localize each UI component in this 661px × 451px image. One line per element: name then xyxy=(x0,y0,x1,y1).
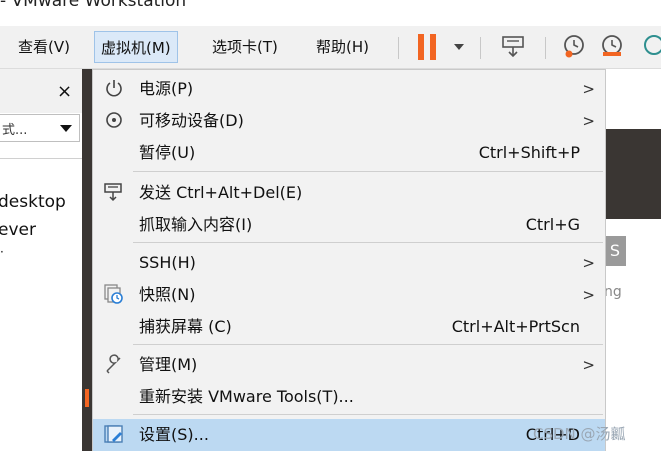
power-icon xyxy=(106,80,122,97)
submenu-arrow-icon: > xyxy=(582,112,595,130)
dropdown-icon[interactable] xyxy=(454,44,464,50)
menu-item-label: 发送 Ctrl+Alt+Del(E) xyxy=(139,183,303,202)
menu-item-shortcut: Ctrl+G xyxy=(525,215,580,234)
library-header: × xyxy=(0,69,82,113)
toolbar-separator xyxy=(545,37,546,59)
menu-item-label: 抓取输入内容(I) xyxy=(139,215,253,234)
revert-snapshot-icon[interactable] xyxy=(598,32,626,60)
vm-tab-area: S ng xyxy=(604,69,661,451)
menu-item-shortcut: Ctrl+Alt+PrtScn xyxy=(451,317,580,336)
library-item[interactable]: desktop xyxy=(0,192,66,212)
menu-item-label: 电源(P) xyxy=(139,79,194,98)
menu-tabs[interactable]: 选项卡(T) xyxy=(206,31,284,63)
menu-item-label: 设置(S)... xyxy=(139,425,209,444)
toolbar-separator xyxy=(480,37,481,59)
send-keys-icon xyxy=(104,183,122,202)
menu-item-power[interactable]: 电源(P) > xyxy=(93,73,605,105)
menu-item-pause[interactable]: 暂停(U) Ctrl+Shift+P xyxy=(93,137,605,169)
menu-separator xyxy=(133,171,603,172)
menu-item-grab-input[interactable]: 抓取输入内容(I) Ctrl+G xyxy=(93,209,605,241)
menu-item-send-ctrl-alt-del[interactable]: 发送 Ctrl+Alt+Del(E) xyxy=(93,177,605,209)
menu-view[interactable]: 查看(V) xyxy=(12,31,76,63)
settings-icon xyxy=(104,425,123,443)
menu-item-label: 管理(M) xyxy=(139,355,198,374)
snapshot-icon[interactable] xyxy=(560,32,588,60)
menu-help[interactable]: 帮助(H) xyxy=(310,31,375,63)
menu-item-manage[interactable]: 管理(M) > xyxy=(93,349,605,381)
library-search-dropdown[interactable]: 式... xyxy=(0,114,80,142)
submenu-arrow-icon: > xyxy=(582,356,595,374)
library-pane: × 式... desktop ever · xyxy=(0,69,82,451)
manage-snapshot-icon[interactable] xyxy=(638,32,661,60)
menu-separator xyxy=(133,414,603,415)
menu-item-reinstall-tools[interactable]: 重新安装 VMware Tools(T)... xyxy=(93,381,605,413)
window-title: - VMware Workstation xyxy=(0,0,187,11)
console-label: ng xyxy=(604,284,622,300)
snapshot-icon xyxy=(104,284,123,304)
menu-item-removable-devices[interactable]: 可移动设备(D) > xyxy=(93,105,605,137)
menu-item-label: 可移动设备(D) xyxy=(139,111,244,130)
vm-view-edge xyxy=(82,69,92,451)
menu-item-label: 快照(N) xyxy=(139,285,196,304)
menu-item-label: SSH(H) xyxy=(139,253,196,272)
removable-device-icon xyxy=(106,112,122,128)
submenu-arrow-icon: > xyxy=(582,254,595,272)
title-bar: - VMware Workstation xyxy=(0,0,661,20)
menu-item-snapshot[interactable]: 快照(N) > xyxy=(93,279,605,311)
menu-item-label: 重新安装 VMware Tools(T)... xyxy=(139,387,354,406)
library-item[interactable]: · xyxy=(0,245,4,259)
vm-menu: 电源(P) > 可移动设备(D) > 暂停(U) Ctrl+Shift+P 发送… xyxy=(92,69,606,451)
close-icon[interactable]: × xyxy=(57,81,72,102)
toolbar-separator xyxy=(398,37,399,59)
watermark: CSDN @汤瓤 xyxy=(533,425,626,443)
library-search-value: 式... xyxy=(2,123,28,138)
menu-item-ssh[interactable]: SSH(H) > xyxy=(93,247,605,279)
vm-console-preview xyxy=(604,129,661,219)
menu-item-shortcut: Ctrl+Shift+P xyxy=(478,143,580,162)
wrench-icon xyxy=(106,354,121,374)
console-tab[interactable]: S xyxy=(604,236,626,266)
pause-icon[interactable] xyxy=(418,34,438,60)
menu-item-capture-screen[interactable]: 捕获屏幕 (C) Ctrl+Alt+PrtScn xyxy=(93,311,605,343)
menu-separator xyxy=(133,344,603,345)
menu-vm[interactable]: 虚拟机(M) xyxy=(94,31,178,63)
chevron-down-icon[interactable] xyxy=(60,125,72,132)
submenu-arrow-icon: > xyxy=(582,80,595,98)
send-ctrl-alt-del-icon[interactable] xyxy=(499,32,527,60)
menu-item-label: 暂停(U) xyxy=(139,143,196,162)
menu-item-settings[interactable]: 设置(S)... Ctrl+D xyxy=(93,419,605,451)
menu-separator xyxy=(133,242,603,243)
menu-item-label: 捕获屏幕 (C) xyxy=(139,317,232,336)
submenu-arrow-icon: > xyxy=(582,286,595,304)
library-item[interactable]: ever xyxy=(0,220,36,240)
